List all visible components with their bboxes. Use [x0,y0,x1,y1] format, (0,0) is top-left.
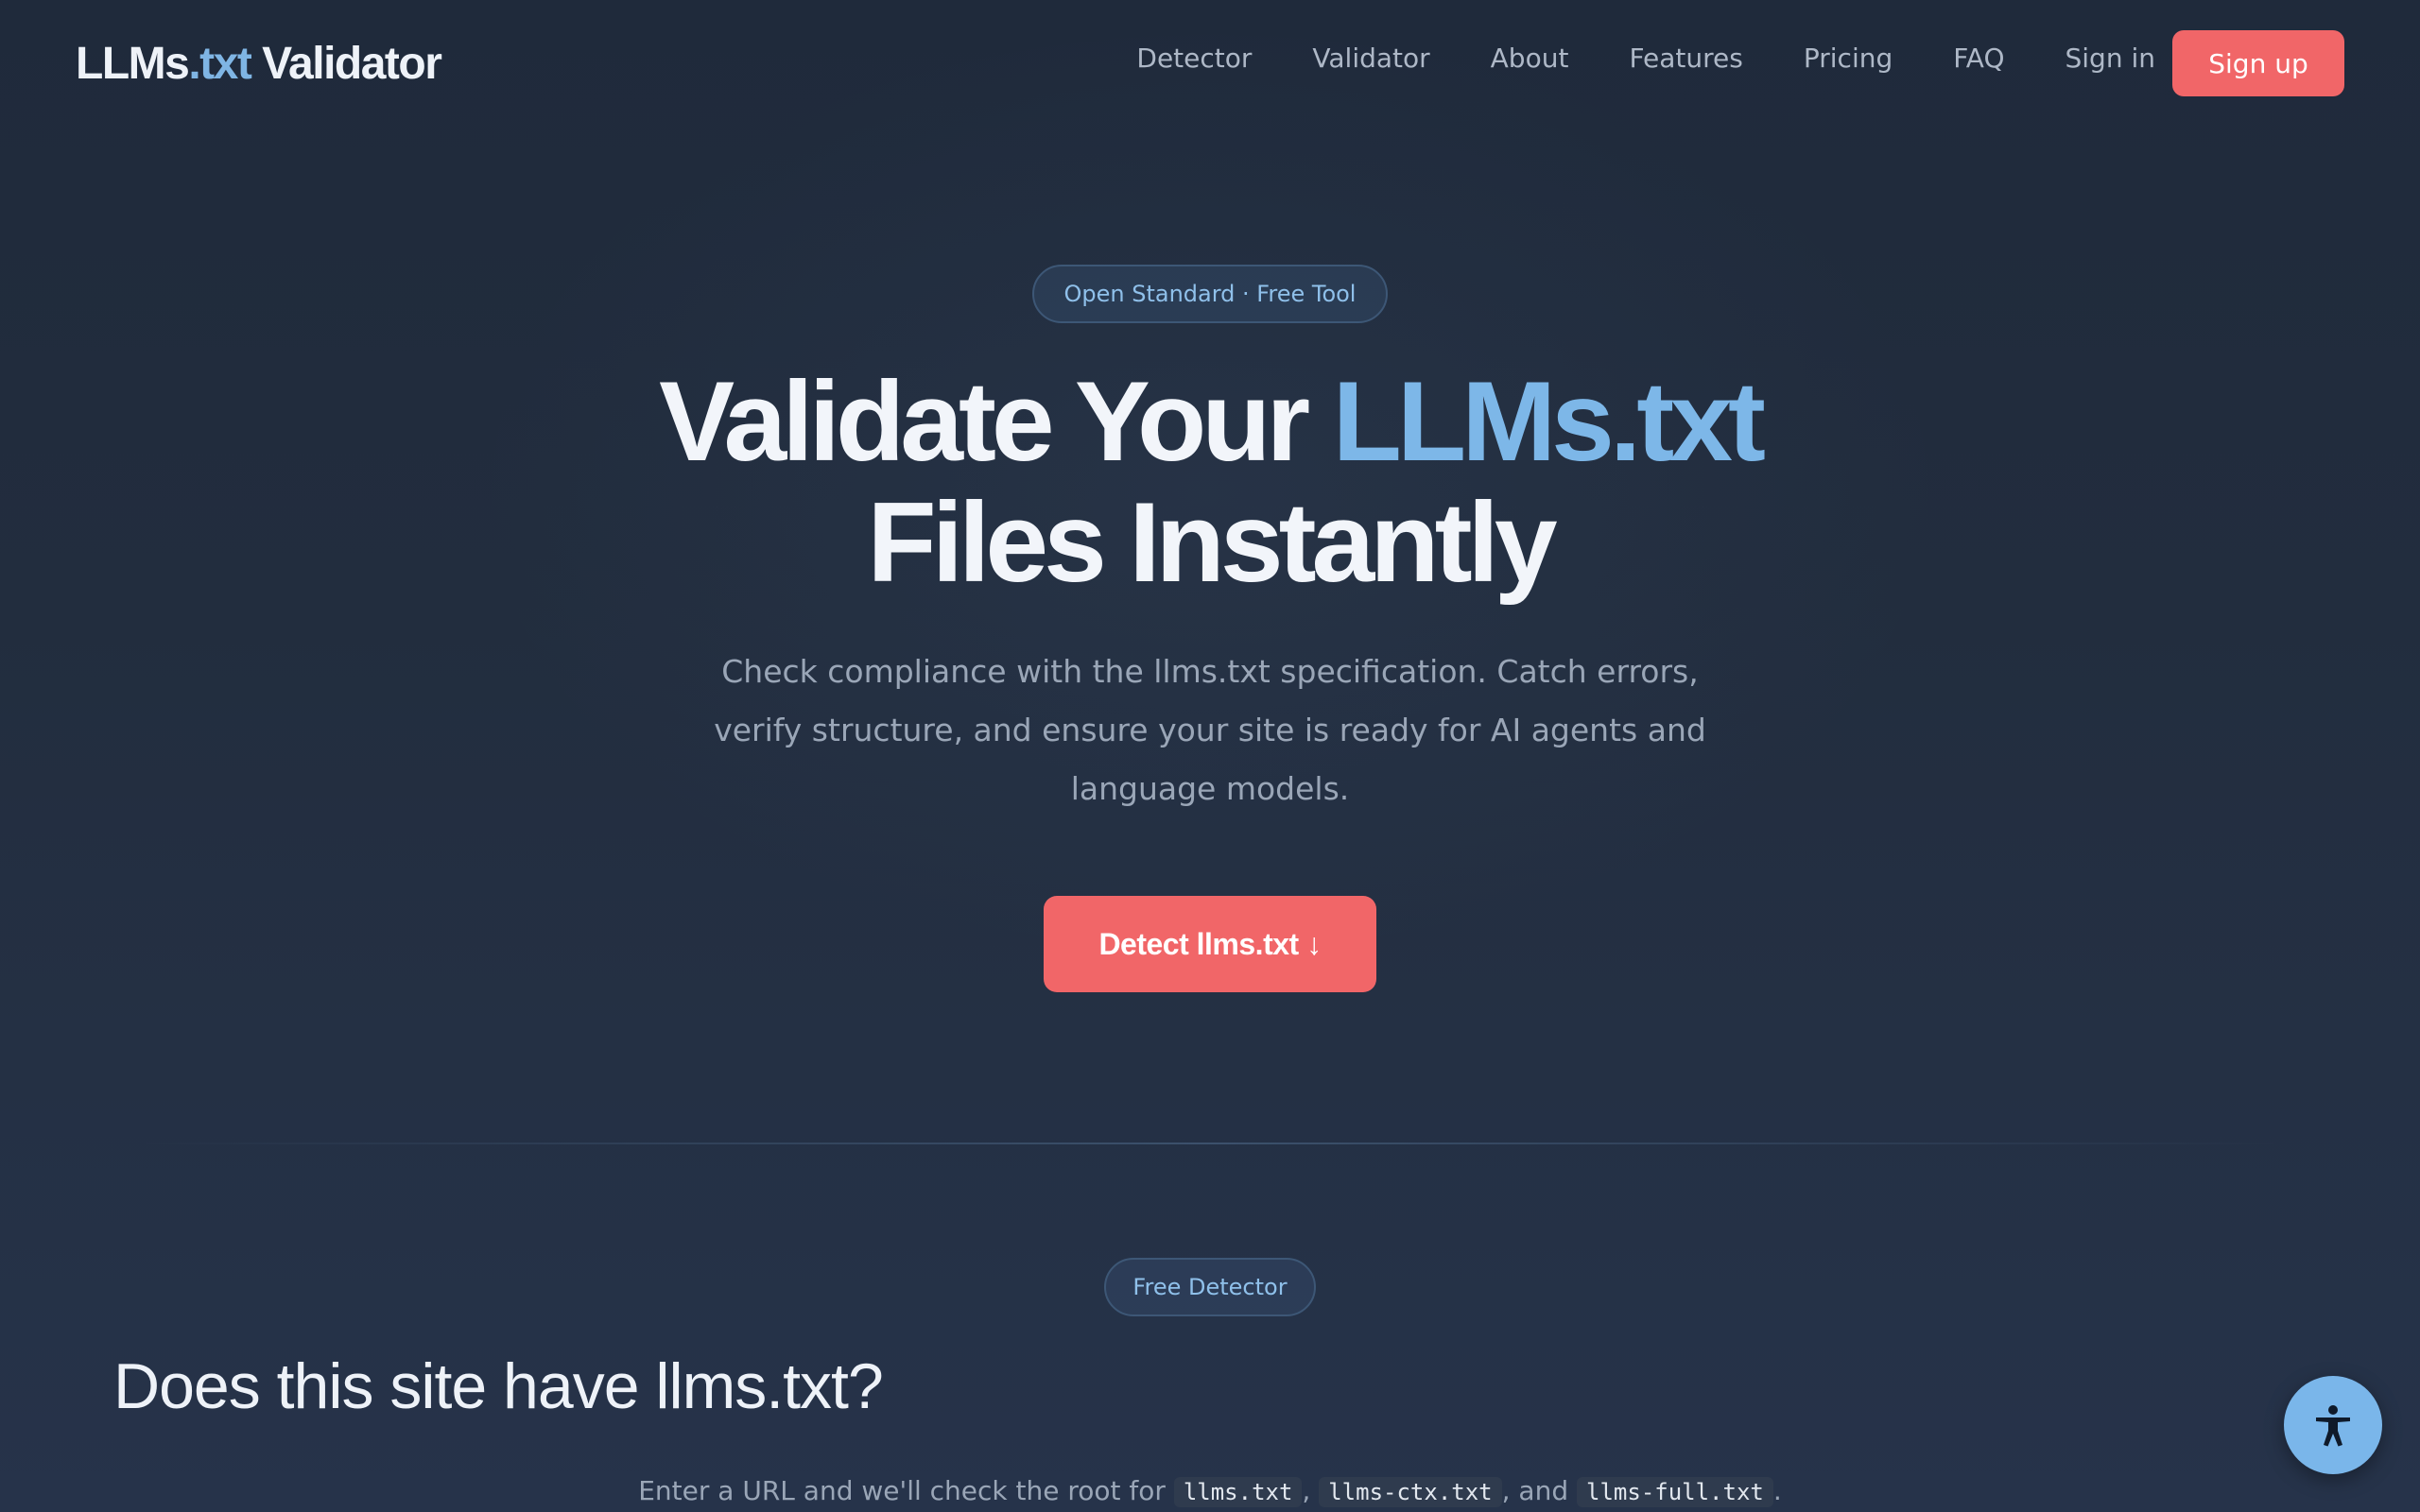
hero-title: Validate Your LLMs.txt Files Instantly [659,358,1766,606]
sign-in-link[interactable]: Sign in [2066,42,2156,76]
hero-subtitle: Check compliance with the llms.txt speci… [714,653,1706,807]
accessibility-button[interactable] [2284,1376,2382,1474]
nav-link-about[interactable]: About [1491,42,1569,76]
nav-links: Detector Validator About Features Pricin… [1136,42,2155,76]
sign-up-button[interactable]: Sign up [2172,30,2344,96]
accessibility-icon [2316,1405,2350,1447]
section-divider [142,1143,2278,1144]
detector-badge: Free Detector [1104,1258,1316,1316]
detector-title: Does this site have llms.txt? [113,1350,884,1422]
nav-link-pricing[interactable]: Pricing [1804,42,1893,76]
detector-subtitle: Enter a URL and we'll check the root for… [638,1475,1782,1507]
nav-link-features[interactable]: Features [1629,42,1742,76]
detect-llms-button[interactable]: Detect llms.txt ↓ [1044,896,1376,992]
nav-link-faq[interactable]: FAQ [1953,42,2004,76]
top-navigation: LLMs.txt Validator Detector Validator Ab… [0,0,2420,125]
nav-link-validator[interactable]: Validator [1312,42,1429,76]
code-llms-ctx-txt: llms-ctx.txt [1319,1477,1502,1507]
site-logo[interactable]: LLMs.txt Validator [76,38,442,90]
code-llms-txt: llms.txt [1173,1477,1303,1507]
nav-link-detector[interactable]: Detector [1136,42,1252,76]
code-llms-full-txt: llms-full.txt [1577,1477,1773,1507]
hero-badge: Open Standard · Free Tool [1032,265,1388,323]
